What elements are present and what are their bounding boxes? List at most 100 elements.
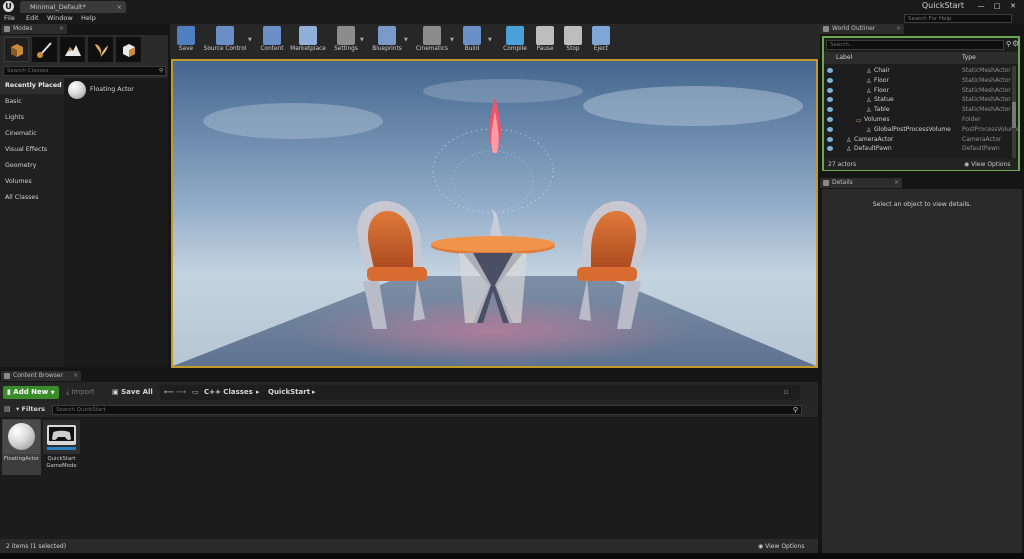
visibility-eye-icon[interactable] — [827, 107, 833, 113]
build-dropdown-icon[interactable]: ▼ — [488, 37, 492, 43]
save-all-button[interactable]: ▣ Save All — [112, 386, 153, 399]
forward-arrow-icon[interactable]: ⟶ — [176, 388, 186, 396]
level-viewport[interactable] — [171, 59, 818, 368]
outliner-row[interactable]: ♙ Floor StaticMeshActor — [824, 86, 1011, 96]
eject-label: Eject — [593, 46, 609, 52]
foliage-mode-button[interactable] — [88, 37, 113, 62]
category-cinematic[interactable]: Cinematic — [0, 126, 64, 142]
geometry-mode-button[interactable] — [116, 37, 141, 62]
menu-window[interactable]: Window — [47, 14, 73, 22]
outliner-scrollbar[interactable] — [1012, 66, 1016, 158]
back-arrow-icon[interactable]: ⟵ — [164, 388, 174, 396]
outliner-row[interactable]: ♙ Table StaticMeshActor — [824, 105, 1011, 115]
visibility-eye-icon[interactable] — [827, 146, 833, 152]
landscape-icon — [65, 45, 81, 56]
outliner-row[interactable]: ▭ Volumes Folder — [824, 115, 1010, 125]
close-window-button[interactable]: ✕ — [1008, 2, 1018, 11]
breadcrumb-cpp-classes[interactable]: C++ Classes — [204, 388, 253, 396]
asset-thumbnail — [3, 420, 40, 454]
category-basic[interactable]: Basic — [0, 94, 64, 110]
breadcrumb-chevron-icon[interactable]: ▸ — [312, 388, 316, 396]
category-recently-placed[interactable]: Recently Placed — [0, 78, 64, 94]
paint-mode-button[interactable] — [32, 37, 57, 62]
search-classes-input[interactable]: Search Classes ⚲ — [3, 66, 166, 76]
outliner-settings-icon[interactable]: ⚙ — [1012, 39, 1019, 48]
content-search-input[interactable]: Search QuickStart ⚲ — [52, 405, 802, 415]
menu-help[interactable]: Help — [81, 14, 96, 22]
maximize-button[interactable]: □ — [992, 2, 1002, 11]
add-new-button[interactable]: ▮ Add New ▼ — [3, 386, 59, 399]
filters-label: Filters — [21, 405, 46, 413]
visibility-eye-icon[interactable] — [827, 126, 833, 132]
marketplace-button[interactable]: Marketplace — [288, 24, 328, 59]
sources-toggle-icon[interactable]: ▤ — [4, 405, 11, 413]
place-mode-button[interactable] — [4, 37, 29, 62]
cinematics-button[interactable]: Cinematics — [414, 24, 450, 59]
details-tab-close-icon[interactable]: × — [894, 178, 899, 188]
outliner-row[interactable]: ♙ DefaultPawn DefaultPawn — [824, 144, 1010, 154]
filters-button[interactable]: ▾ Filters — [16, 405, 45, 413]
outliner-row[interactable]: ♙ Chair StaticMeshActor — [824, 66, 1011, 76]
column-label-header[interactable]: Label — [836, 52, 852, 64]
landscape-mode-button[interactable] — [60, 37, 85, 62]
modes-tab-label: Modes — [13, 25, 33, 32]
category-all-classes[interactable]: All Classes — [0, 190, 64, 206]
lock-icon[interactable]: ▫ — [784, 388, 789, 396]
visibility-eye-icon[interactable] — [827, 97, 833, 103]
breadcrumb-quickstart[interactable]: QuickStart — [268, 388, 310, 396]
cinematics-dropdown-icon[interactable]: ▼ — [450, 37, 454, 43]
blueprints-button[interactable]: Blueprints — [370, 24, 404, 59]
eject-button[interactable]: Eject — [590, 24, 612, 59]
blueprints-dropdown-icon[interactable]: ▼ — [404, 37, 408, 43]
tab-world-outliner[interactable]: World Outliner × — [820, 24, 904, 34]
content-button[interactable]: Content — [258, 24, 286, 59]
category-volumes[interactable]: Volumes — [0, 174, 64, 190]
outliner-row[interactable]: ♙ Statue StaticMeshActor — [824, 95, 1011, 105]
visibility-eye-icon[interactable] — [827, 77, 833, 83]
outliner-row[interactable]: ♙ CameraActor CameraActor — [824, 135, 1010, 145]
outliner-search-input[interactable]: Search... — [826, 40, 1004, 50]
category-visual-effects[interactable]: Visual Effects — [0, 142, 64, 158]
category-lights[interactable]: Lights — [0, 110, 64, 126]
modes-tab-close-icon[interactable]: × — [59, 24, 64, 34]
outliner-row-type: DefaultPawn — [962, 145, 1000, 153]
world-outliner-tab-close-icon[interactable]: × — [896, 24, 901, 34]
tab-details[interactable]: Details × — [820, 178, 902, 188]
visibility-eye-icon[interactable] — [827, 117, 833, 122]
outliner-row[interactable]: ♙ GlobalPostProcessVolume PostProcessVolum… — [824, 125, 1020, 135]
placed-item-floating-actor[interactable]: Floating Actor — [68, 80, 134, 100]
outliner-row[interactable]: ♙ Floor StaticMeshActor — [824, 76, 1011, 86]
build-button[interactable]: Build — [460, 24, 484, 59]
source-control-button[interactable]: Source Control — [202, 24, 248, 59]
world-outliner-panel: Search... ⚲ ⚙ Label Type ♙ Chair StaticMes… — [822, 36, 1020, 171]
visibility-eye-icon[interactable] — [827, 68, 833, 73]
pause-button[interactable]: Pause — [534, 24, 556, 59]
visibility-eye-icon[interactable] — [827, 136, 833, 142]
level-document-tab[interactable]: Minimal_Default* × — [20, 1, 126, 13]
visibility-eye-icon[interactable] — [827, 87, 833, 93]
outliner-scrollbar-thumb[interactable] — [1012, 102, 1016, 128]
menu-file[interactable]: File — [4, 14, 15, 22]
content-view-options-button[interactable]: ◉ View Options — [758, 540, 804, 553]
import-button[interactable]: ⤓ Import — [66, 386, 95, 399]
menu-edit[interactable]: Edit — [26, 14, 39, 22]
content-browser-tab-close-icon[interactable]: × — [73, 371, 78, 381]
outliner-row-label: Floor — [874, 76, 889, 84]
save-button[interactable]: Save — [174, 24, 198, 59]
source-control-dropdown-icon[interactable]: ▼ — [248, 37, 252, 43]
outliner-row-type: Folder — [962, 116, 981, 123]
level-tab-close-icon[interactable]: × — [117, 1, 122, 13]
settings-dropdown-icon[interactable]: ▼ — [360, 37, 364, 43]
tab-content-browser[interactable]: Content Browser × — [1, 371, 81, 381]
minimize-button[interactable]: — — [976, 2, 986, 11]
category-geometry[interactable]: Geometry — [0, 158, 64, 174]
stop-button[interactable]: Stop — [562, 24, 584, 59]
help-search-input[interactable]: Search For Help — [904, 14, 1012, 23]
tab-modes[interactable]: Modes × — [1, 24, 67, 34]
outliner-view-options-button[interactable]: ◉ View Options — [964, 159, 1010, 170]
asset-floating-actor[interactable]: FloatingActor — [2, 419, 41, 475]
asset-quickstart-gamemode[interactable]: QuickStart GameMode — [42, 419, 81, 475]
column-type-header[interactable]: Type — [962, 52, 976, 64]
settings-button[interactable]: Settings — [332, 24, 360, 59]
compile-button[interactable]: Compile — [500, 24, 530, 59]
